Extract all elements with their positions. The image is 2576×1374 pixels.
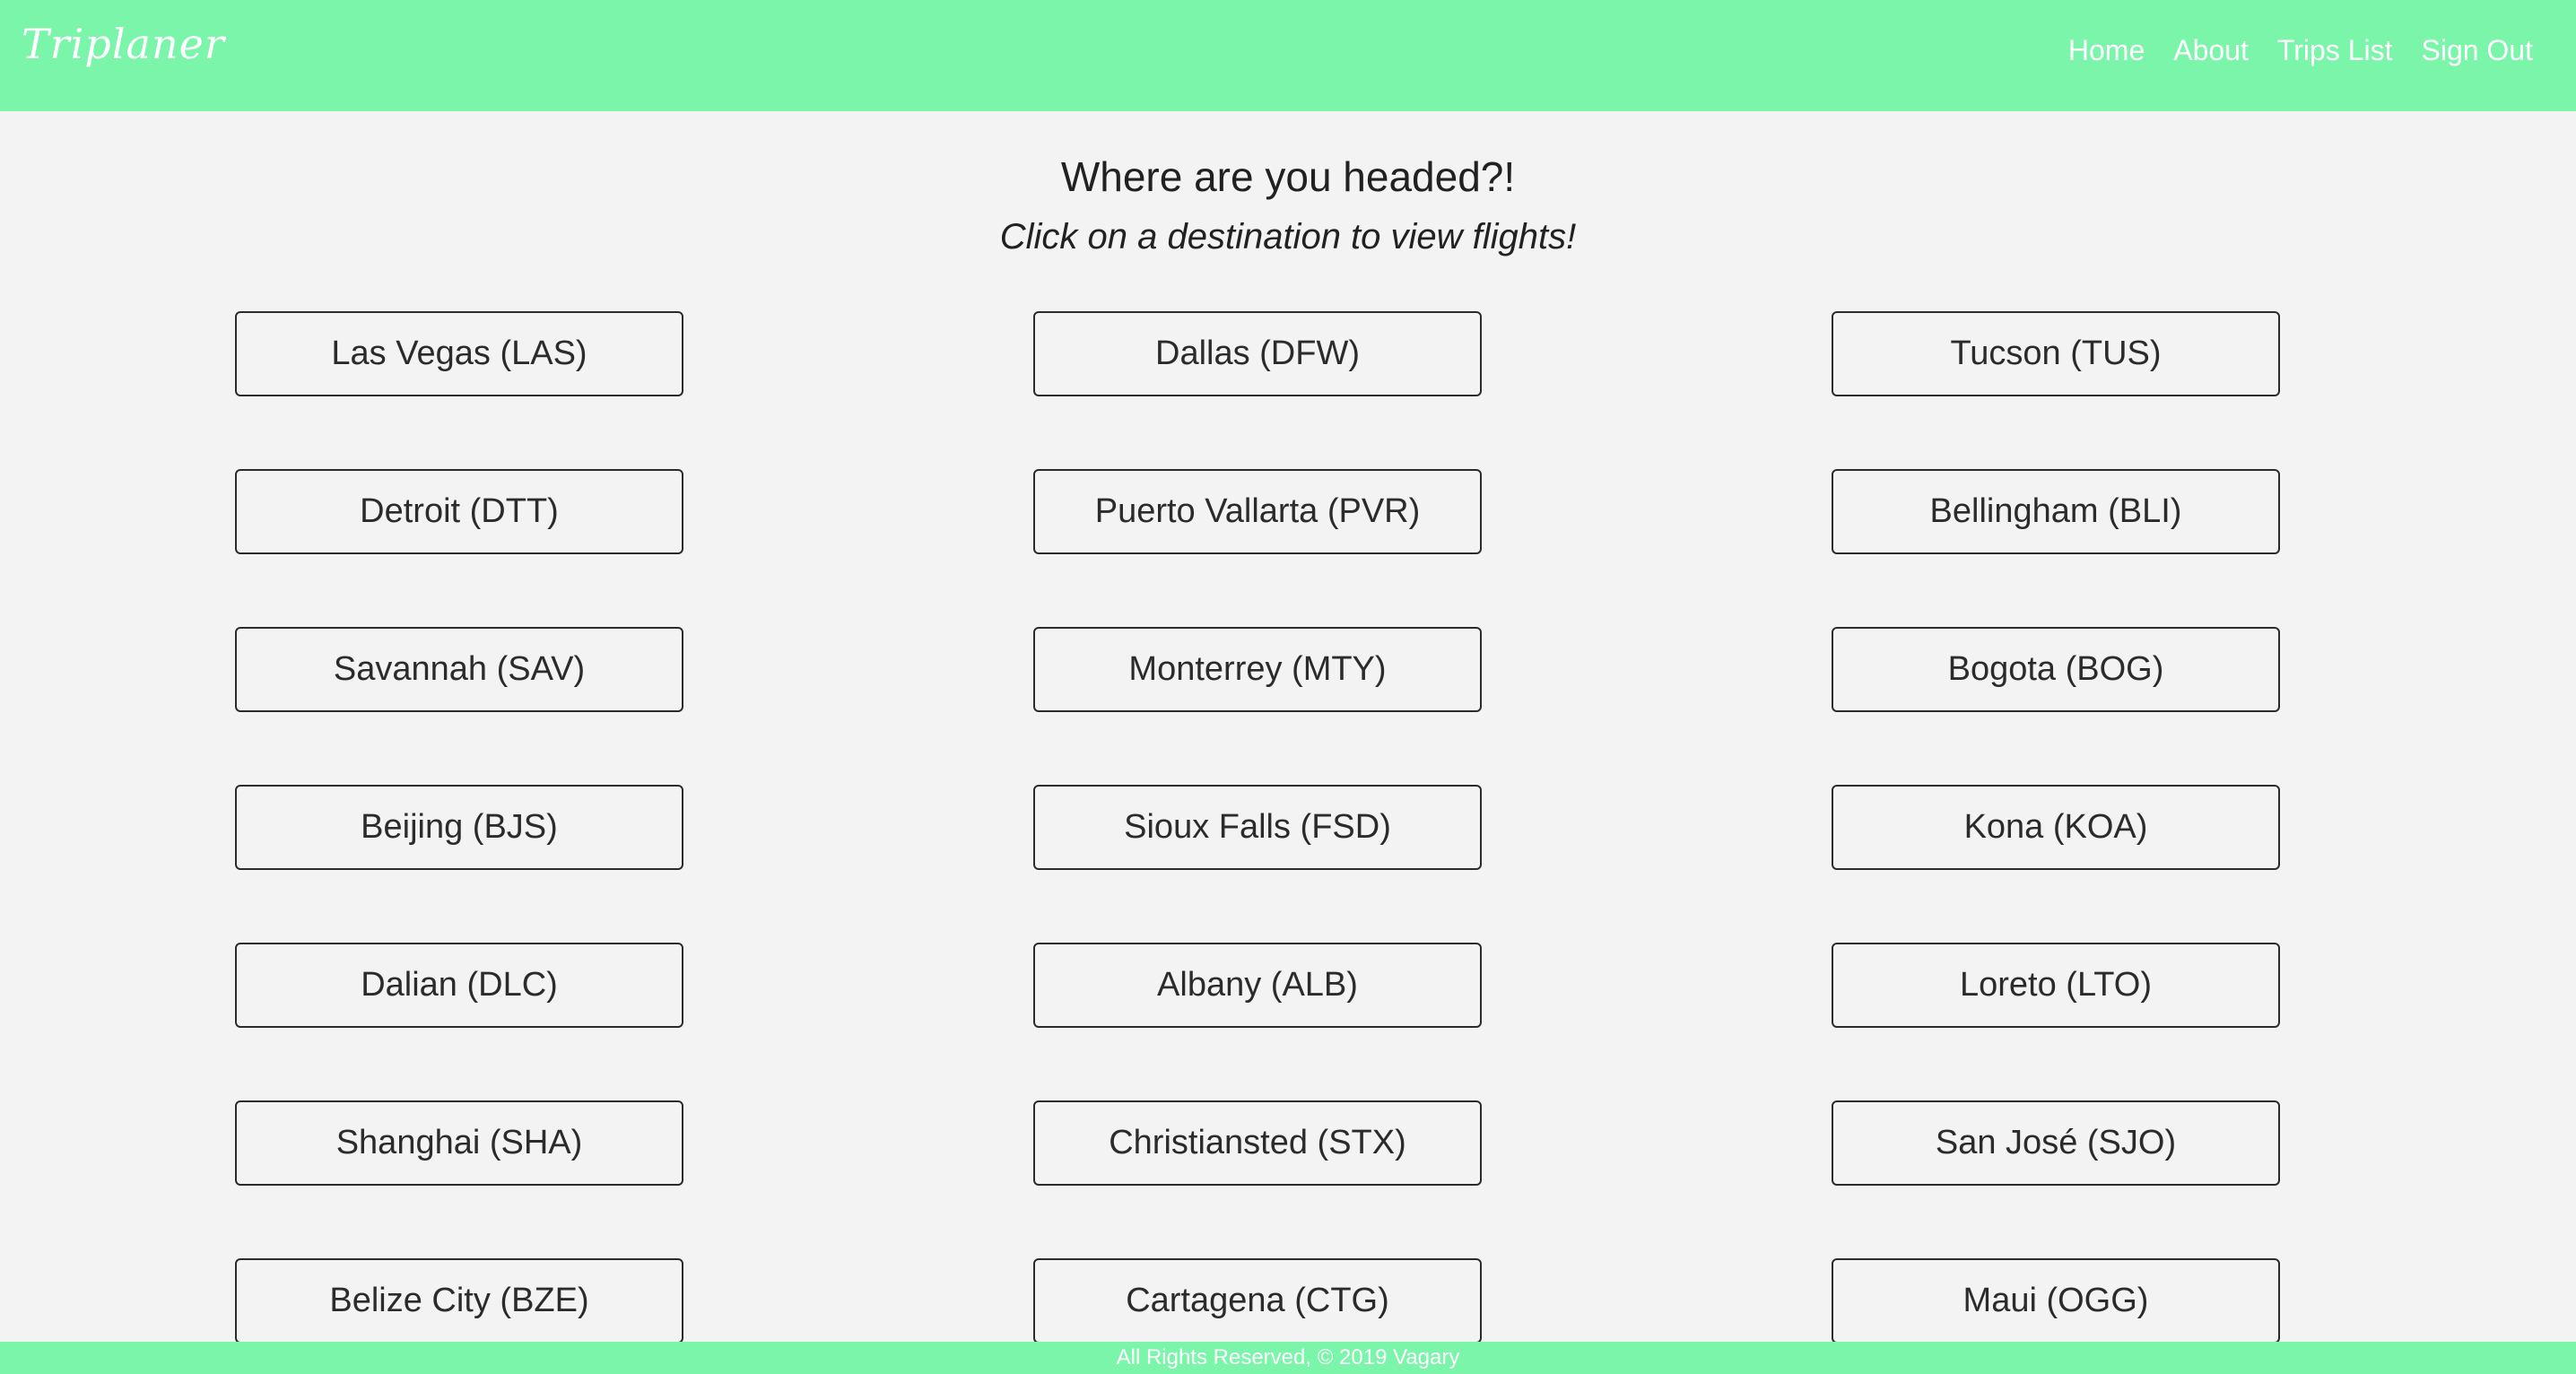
footer-copyright: All Rights Reserved, © 2019 Vagary bbox=[1116, 1345, 1460, 1370]
destination-button[interactable]: Beijing (BJS) bbox=[235, 785, 683, 870]
destination-button[interactable]: Kona (KOA) bbox=[1832, 785, 2280, 870]
destination-button[interactable]: Shanghai (SHA) bbox=[235, 1100, 683, 1186]
destination-button[interactable]: Las Vegas (LAS) bbox=[235, 311, 683, 396]
destination-button[interactable]: Bellingham (BLI) bbox=[1832, 469, 2280, 554]
destination-grid: Las Vegas (LAS) Dallas (DFW) Tucson (TUS… bbox=[235, 311, 2280, 1344]
destination-button[interactable]: Cartagena (CTG) bbox=[1033, 1258, 1482, 1344]
destination-button[interactable]: Albany (ALB) bbox=[1033, 943, 1482, 1028]
page-title: Where are you headed?! bbox=[1060, 153, 1516, 200]
destination-button[interactable]: Puerto Vallarta (PVR) bbox=[1033, 469, 1482, 554]
nav-link-trips-list[interactable]: Trips List bbox=[2277, 34, 2393, 67]
nav-link-home[interactable]: Home bbox=[2068, 34, 2145, 67]
page-subtitle: Click on a destination to view flights! bbox=[999, 217, 1577, 257]
nav-link-about[interactable]: About bbox=[2173, 34, 2249, 67]
nav-link-sign-out[interactable]: Sign Out bbox=[2421, 34, 2533, 67]
destination-button[interactable]: San José (SJO) bbox=[1832, 1100, 2280, 1186]
destination-button[interactable]: Belize City (BZE) bbox=[235, 1258, 683, 1344]
top-navbar: Triplaner Home About Trips List Sign Out bbox=[0, 0, 2576, 111]
destination-button[interactable]: Christiansted (STX) bbox=[1033, 1100, 1482, 1186]
destination-button[interactable]: Bogota (BOG) bbox=[1832, 627, 2280, 712]
footer: All Rights Reserved, © 2019 Vagary bbox=[0, 1342, 2576, 1374]
nav-links: Home About Trips List Sign Out bbox=[2068, 34, 2533, 67]
destination-button[interactable]: Dalian (DLC) bbox=[235, 943, 683, 1028]
destination-button[interactable]: Sioux Falls (FSD) bbox=[1033, 785, 1482, 870]
destination-button[interactable]: Loreto (LTO) bbox=[1832, 943, 2280, 1028]
brand-logo[interactable]: Triplaner bbox=[22, 20, 225, 68]
destination-button[interactable]: Monterrey (MTY) bbox=[1033, 627, 1482, 712]
destination-button[interactable]: Tucson (TUS) bbox=[1832, 311, 2280, 396]
destination-button[interactable]: Maui (OGG) bbox=[1832, 1258, 2280, 1344]
destination-button[interactable]: Dallas (DFW) bbox=[1033, 311, 1482, 396]
destination-button[interactable]: Savannah (SAV) bbox=[235, 627, 683, 712]
destination-button[interactable]: Detroit (DTT) bbox=[235, 469, 683, 554]
